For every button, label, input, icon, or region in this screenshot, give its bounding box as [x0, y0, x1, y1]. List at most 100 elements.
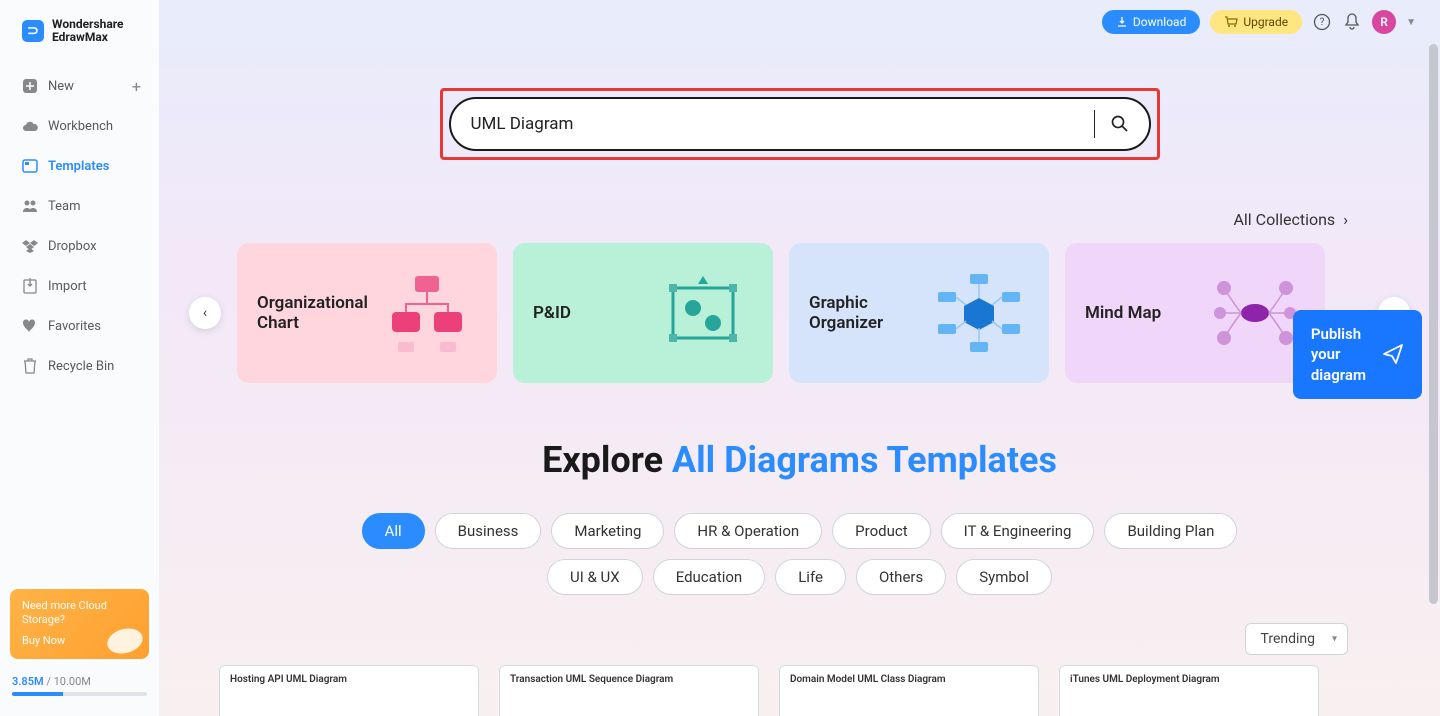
template-card[interactable]: Hosting API UML Diagram [219, 665, 479, 716]
heart-icon [22, 318, 38, 334]
promo-text: Need more Cloud [22, 599, 137, 613]
chip-business[interactable]: Business [435, 513, 542, 549]
import-icon [22, 278, 38, 294]
category-card-pid[interactable]: P&ID [513, 243, 773, 383]
template-card[interactable]: Domain Model UML Class Diagram [779, 665, 1039, 716]
card-title: Mind Map [1085, 303, 1161, 323]
search-input[interactable] [471, 114, 1078, 134]
chip-uiux[interactable]: UI & UX [547, 559, 643, 595]
sidebar: ⊃ Wondershare EdrawMax New + Workbench T… [0, 0, 159, 716]
sort-dropdown[interactable]: Trending ▾ [1245, 623, 1348, 655]
chip-symbol[interactable]: Symbol [956, 559, 1052, 595]
chevron-right-icon: › [1343, 210, 1348, 229]
card-title: Graphic Organizer [809, 293, 929, 333]
sidebar-nav: New + Workbench Templates Team Dropbox [0, 58, 159, 581]
add-icon[interactable]: + [132, 77, 141, 96]
organizer-icon [929, 263, 1029, 363]
all-collections-link[interactable]: All Collections › [159, 210, 1440, 243]
template-card[interactable]: Transaction UML Sequence Diagram [499, 665, 759, 716]
chip-others[interactable]: Others [856, 559, 946, 595]
download-button[interactable]: Download [1102, 10, 1200, 34]
publish-label: Publishyourdiagram [1311, 324, 1366, 385]
help-icon[interactable]: ? [1312, 12, 1332, 32]
search-box [449, 97, 1151, 151]
promo-cta[interactable]: Buy Now [22, 634, 65, 648]
chip-product[interactable]: Product [832, 513, 930, 549]
sidebar-item-label: Import [48, 279, 87, 294]
sort-selected: Trending [1260, 631, 1315, 647]
sidebar-item-recycle[interactable]: Recycle Bin [8, 346, 151, 386]
storage-used: 3.85M [12, 675, 44, 688]
brand-logo[interactable]: ⊃ Wondershare EdrawMax [0, 12, 159, 58]
team-icon [22, 198, 38, 214]
sidebar-item-new[interactable]: New + [8, 66, 151, 106]
storage-meter: 3.85M / 10.00M [0, 667, 159, 704]
upgrade-label: Upgrade [1243, 15, 1288, 29]
scrollbar[interactable] [1428, 0, 1438, 716]
pid-icon [653, 263, 753, 363]
dropbox-icon [22, 238, 38, 254]
search-icon [1111, 115, 1129, 133]
sort-row: Trending ▾ [159, 609, 1440, 665]
card-title: P&ID [533, 303, 571, 323]
topbar: Download Upgrade ? R ▼ [159, 0, 1440, 44]
sidebar-item-label: Templates [48, 159, 109, 174]
upgrade-button[interactable]: Upgrade [1210, 10, 1302, 34]
template-title: Transaction UML Sequence Diagram [510, 674, 748, 685]
chip-life[interactable]: Life [775, 559, 846, 595]
storage-bar [12, 692, 147, 696]
chip-all[interactable]: All [362, 513, 425, 549]
download-icon [1116, 16, 1128, 28]
sidebar-item-label: New [48, 79, 74, 94]
svg-text:?: ? [1320, 17, 1325, 28]
main-content: Download Upgrade ? R ▼ [159, 0, 1440, 716]
chip-marketing[interactable]: Marketing [551, 513, 664, 549]
trash-icon [22, 358, 38, 374]
template-card[interactable]: iTunes UML Deployment Diagram [1059, 665, 1319, 716]
sidebar-item-label: Recycle Bin [48, 359, 114, 374]
card-title: Organizational Chart [257, 293, 377, 333]
page-heading: Explore All Diagrams Templates [159, 439, 1440, 481]
filter-chips: All Business Marketing HR & Operation Pr… [159, 513, 1440, 595]
cloud-icon [22, 118, 38, 134]
promo-text: Storage? [22, 613, 137, 627]
sidebar-item-import[interactable]: Import [8, 266, 151, 306]
category-card-organizational[interactable]: Organizational Chart [237, 243, 497, 383]
template-title: Hosting API UML Diagram [230, 674, 468, 685]
chip-hr[interactable]: HR & Operation [674, 513, 822, 549]
chip-education[interactable]: Education [653, 559, 766, 595]
category-carousel: ‹ Organizational Chart P&ID Graphic Orga… [159, 243, 1440, 383]
plus-box-icon [22, 78, 38, 94]
category-card-mind-map[interactable]: Mind Map [1065, 243, 1325, 383]
template-grid: Hosting API UML Diagram Transaction UML … [159, 665, 1440, 716]
sidebar-item-templates[interactable]: Templates [8, 146, 151, 186]
brand-text: Wondershare EdrawMax [52, 18, 124, 44]
chevron-down-icon: ▾ [1332, 634, 1337, 645]
category-card-graphic-organizer[interactable]: Graphic Organizer [789, 243, 1049, 383]
sidebar-item-dropbox[interactable]: Dropbox [8, 226, 151, 266]
chip-it[interactable]: IT & Engineering [941, 513, 1095, 549]
chevron-down-icon[interactable]: ▼ [1406, 17, 1416, 28]
bell-icon[interactable] [1342, 12, 1362, 32]
mindmap-icon [1205, 263, 1305, 363]
sidebar-item-label: Dropbox [48, 239, 97, 254]
sidebar-item-workbench[interactable]: Workbench [8, 106, 151, 146]
sidebar-item-label: Favorites [48, 319, 101, 334]
chip-building[interactable]: Building Plan [1104, 513, 1237, 549]
vip-icon [105, 625, 146, 657]
search-button[interactable] [1111, 115, 1129, 133]
storage-promo[interactable]: Need more Cloud Storage? Buy Now [10, 589, 149, 659]
storage-total: / 10.00M [46, 675, 91, 688]
avatar[interactable]: R [1372, 10, 1396, 34]
sidebar-item-team[interactable]: Team [8, 186, 151, 226]
download-label: Download [1133, 15, 1186, 29]
sidebar-item-favorites[interactable]: Favorites [8, 306, 151, 346]
all-collections-label: All Collections [1233, 210, 1335, 229]
publish-button[interactable]: Publishyourdiagram [1293, 310, 1422, 399]
templates-icon [22, 158, 38, 174]
carousel-prev-button[interactable]: ‹ [189, 297, 221, 329]
template-title: iTunes UML Deployment Diagram [1070, 674, 1308, 685]
sidebar-item-label: Workbench [48, 119, 113, 134]
search-highlight [440, 88, 1160, 160]
org-chart-icon [377, 263, 477, 363]
